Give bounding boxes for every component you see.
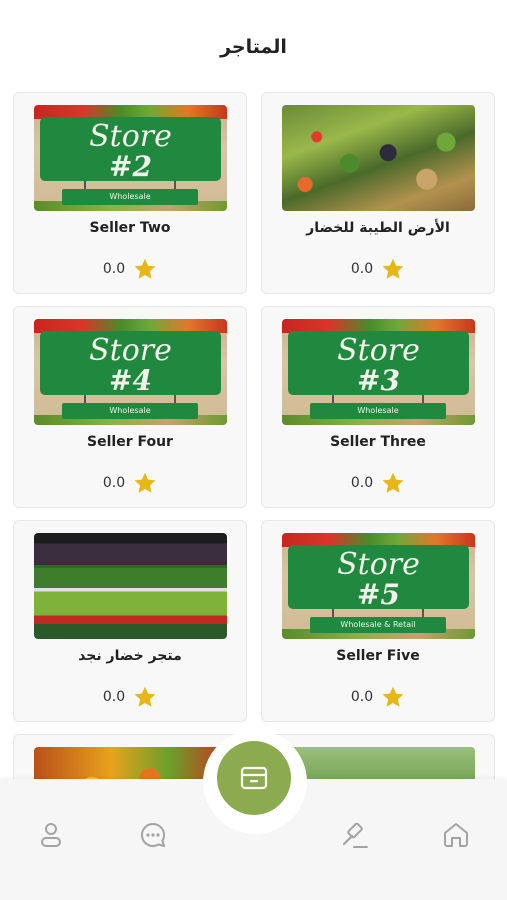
auction-icon[interactable]	[340, 820, 370, 850]
store-card[interactable]: Store #3 Wholesale Seller Three 0.0	[261, 306, 495, 508]
store-name: الأرض الطيبة للخضار	[306, 220, 450, 236]
star-icon	[134, 686, 156, 707]
store-rating: 0.0	[262, 471, 494, 495]
store-card[interactable]: Store #5 Wholesale & Retail Seller Five …	[261, 520, 495, 722]
star-icon	[382, 472, 404, 493]
page-title: المتاجر	[220, 36, 287, 58]
store-thumbnail-fruit	[34, 747, 227, 782]
rating-value: 0.0	[350, 261, 374, 277]
store-thumbnail-sign: Store #3 Wholesale	[282, 319, 475, 425]
store-rating: 0.0	[262, 685, 494, 709]
star-icon	[134, 472, 156, 493]
store-thumbnail-sign: Store #2 Wholesale	[34, 105, 227, 211]
store-sign-board: Store #5	[288, 545, 469, 611]
profile-icon[interactable]	[36, 820, 66, 850]
home-icon[interactable]	[441, 820, 471, 850]
rating-value: 0.0	[102, 475, 126, 491]
store-thumbnail-sign: Store #4 Wholesale	[34, 319, 227, 425]
store-card[interactable]: Store #2 Wholesale Seller Two 0.0	[13, 92, 247, 294]
store-rating: 0.0	[262, 257, 494, 281]
store-name: Seller Two	[89, 220, 171, 236]
store-name: Seller Five	[336, 648, 420, 664]
store-rating: 0.0	[14, 257, 246, 281]
store-rating: 0.0	[14, 471, 246, 495]
stores-grid: الأرض الطيبة للخضار 0.0 Store #2 Wholesa…	[13, 92, 495, 782]
store-card[interactable]: الأرض الطيبة للخضار 0.0	[261, 92, 495, 294]
star-icon	[382, 686, 404, 707]
store-card[interactable]: Store #4 Wholesale Seller Four 0.0	[13, 306, 247, 508]
rating-value: 0.0	[350, 689, 374, 705]
rating-value: 0.0	[102, 689, 126, 705]
store-name: متجر خضار نجد	[78, 648, 182, 664]
chat-icon[interactable]	[138, 820, 168, 850]
store-thumbnail-garden	[282, 747, 475, 782]
store-thumbnail-sign: Store #5 Wholesale & Retail	[282, 533, 475, 639]
store-sign-board: Store #3	[288, 331, 469, 397]
store-icon	[240, 766, 268, 790]
store-thumbnail-market	[282, 105, 475, 211]
store-name: Seller Three	[330, 434, 426, 450]
store-sign-board: Store #4	[40, 331, 221, 397]
store-rating: 0.0	[14, 685, 246, 709]
star-icon	[134, 258, 156, 279]
stores-fab-button[interactable]	[217, 741, 291, 815]
star-icon	[382, 258, 404, 279]
store-card[interactable]: متجر خضار نجد 0.0	[13, 520, 247, 722]
store-sign-board: Store #2	[40, 117, 221, 183]
rating-value: 0.0	[102, 261, 126, 277]
store-name: Seller Four	[87, 434, 173, 450]
rating-value: 0.0	[350, 475, 374, 491]
store-thumbnail-shelf	[34, 533, 227, 639]
